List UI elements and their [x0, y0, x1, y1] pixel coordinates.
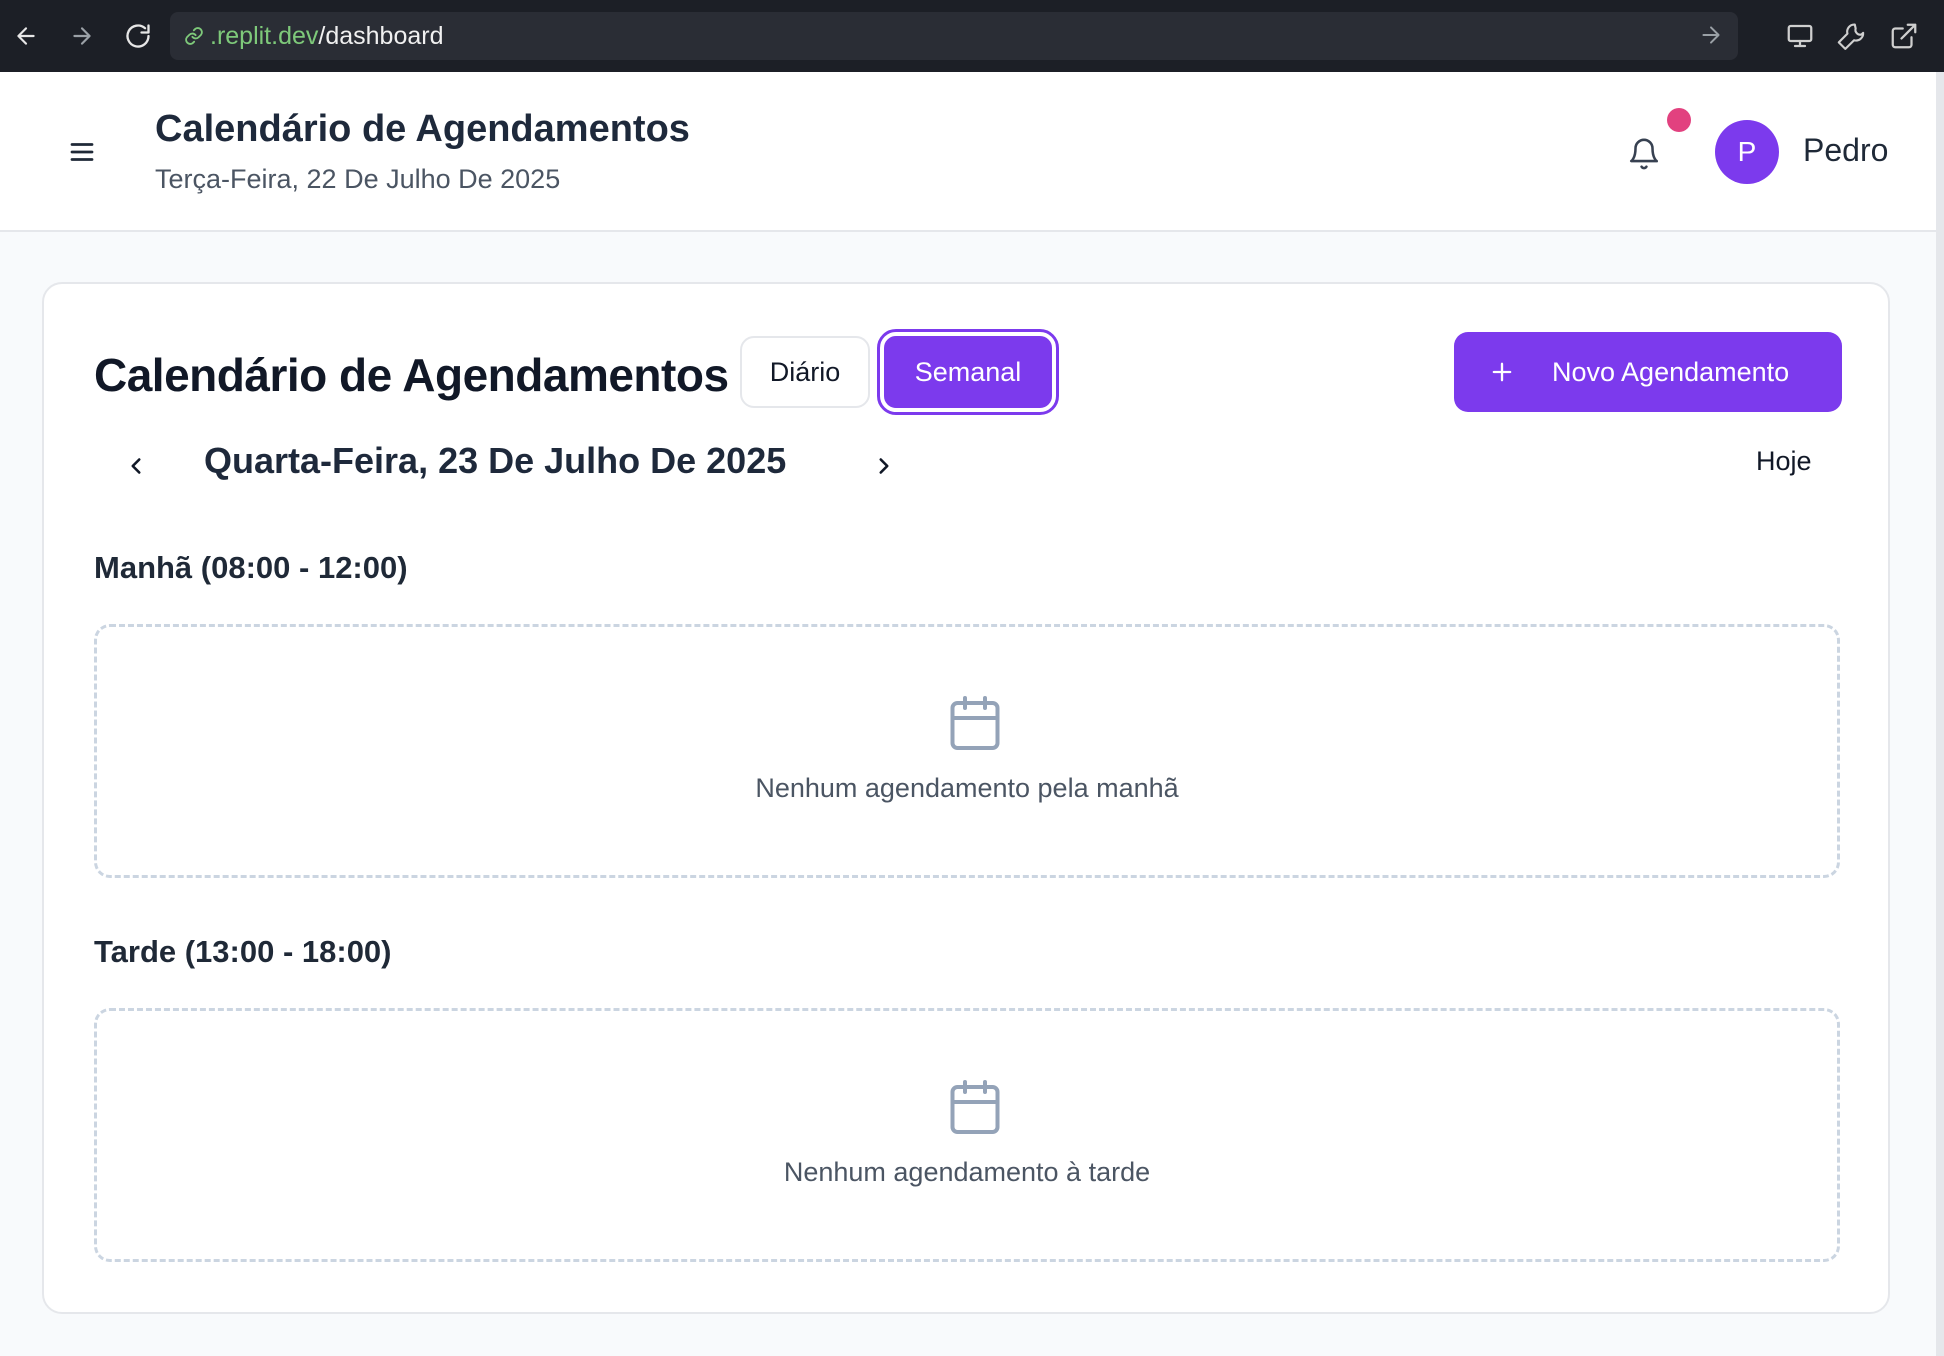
calendar-title: Calendário de Agendamentos [94, 349, 729, 401]
forward-icon[interactable] [62, 16, 102, 56]
morning-empty-text: Nenhum agendamento pela manhã [755, 773, 1179, 803]
plus-icon [1488, 358, 1516, 386]
current-date: Quarta-Feira, 23 De Julho De 2025 [204, 440, 787, 481]
external-link-icon[interactable] [1884, 16, 1924, 56]
calendar-card: Calendário de Agendamentos Diário Semana… [42, 282, 1890, 1314]
reload-icon[interactable] [118, 16, 158, 56]
calendar-icon [945, 693, 1005, 753]
browser-toolbar: .replit.dev/dashboard [0, 0, 1944, 72]
morning-empty-state: Nenhum agendamento pela manhã [94, 624, 1840, 878]
scrollbar-track[interactable] [1936, 72, 1944, 1356]
back-icon[interactable] [6, 16, 46, 56]
new-appointment-button[interactable]: Novo Agendamento [1454, 332, 1842, 412]
afternoon-empty-state: Nenhum agendamento à tarde [94, 1008, 1840, 1262]
notification-badge [1667, 108, 1691, 132]
app-header: Calendário de Agendamentos Terça-Feira, … [0, 72, 1936, 232]
user-name[interactable]: Pedro [1803, 132, 1888, 169]
monitor-icon[interactable] [1780, 16, 1820, 56]
wrench-icon[interactable] [1832, 16, 1872, 56]
afternoon-section-label: Tarde (13:00 - 18:00) [94, 934, 392, 969]
calendar-icon [945, 1077, 1005, 1137]
daily-view-button[interactable]: Diário [740, 336, 870, 408]
weekly-view-button[interactable]: Semanal [877, 329, 1059, 415]
menu-icon[interactable] [62, 132, 102, 172]
chevron-right-icon[interactable] [862, 444, 906, 488]
url-bar[interactable]: .replit.dev/dashboard [170, 12, 1738, 60]
avatar[interactable]: P [1715, 120, 1779, 184]
header-date: Terça-Feira, 22 De Julho De 2025 [155, 164, 561, 194]
today-button[interactable]: Hoje [1756, 446, 1812, 477]
bell-icon[interactable] [1620, 130, 1668, 178]
afternoon-empty-text: Nenhum agendamento à tarde [783, 1157, 1151, 1187]
go-icon[interactable] [1698, 22, 1724, 48]
chevron-left-icon[interactable] [114, 444, 158, 488]
new-appointment-label: Novo Agendamento [1552, 356, 1790, 387]
url-domain: .replit.dev [210, 21, 319, 50]
url-path: /dashboard [318, 21, 444, 50]
page-title: Calendário de Agendamentos [155, 108, 690, 150]
link-icon [184, 26, 204, 46]
morning-section-label: Manhã (08:00 - 12:00) [94, 550, 408, 585]
